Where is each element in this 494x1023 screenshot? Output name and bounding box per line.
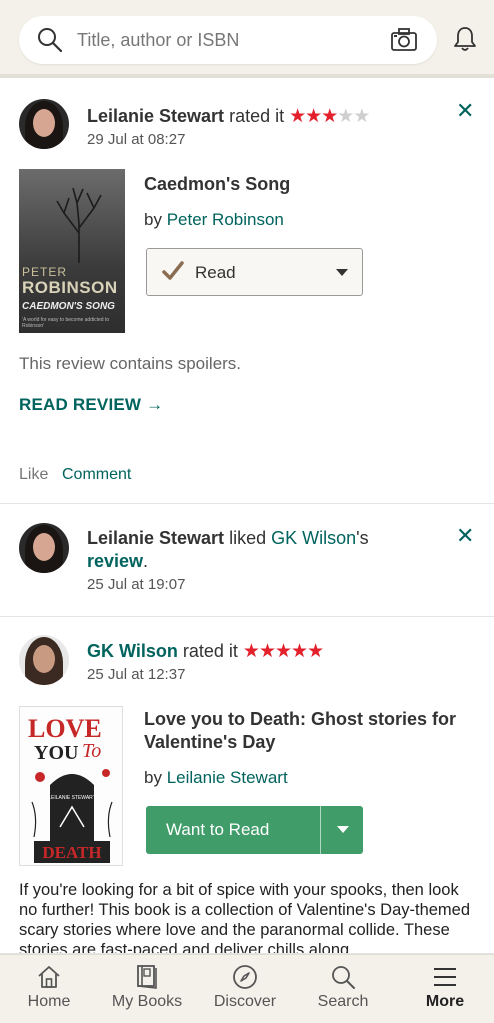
compass-icon xyxy=(232,964,258,995)
user-name-link[interactable]: Leilanie Stewart xyxy=(87,528,224,548)
books-icon xyxy=(134,964,160,995)
home-icon xyxy=(36,964,62,995)
search-icon xyxy=(37,27,63,58)
star-icon: ★ xyxy=(275,641,292,662)
star-icon: ★ xyxy=(307,641,324,662)
svg-text:LOVE: LOVE xyxy=(28,714,102,743)
camera-icon[interactable] xyxy=(391,28,417,57)
book-cover[interactable]: LOVE YOU To LEILANIE STEWART DEATH xyxy=(19,706,123,866)
nav-discover[interactable]: Discover xyxy=(196,955,294,1023)
checkmark-icon xyxy=(161,259,185,288)
feed-item-like: Leilanie Stewart liked GK Wilson's revie… xyxy=(0,505,494,617)
star-icon: ★ xyxy=(242,641,260,662)
dismiss-close-icon[interactable]: ✕ xyxy=(456,98,474,124)
nav-home[interactable]: Home xyxy=(0,955,98,1023)
feed-item-rating: Leilanie Stewart rated it ★★★★★ 29 Jul a… xyxy=(0,82,494,504)
author-link[interactable]: Peter Robinson xyxy=(167,210,284,229)
feed-headline: Leilanie Stewart rated it ★★★★★ xyxy=(87,105,370,128)
spoiler-notice: This review contains spoilers. xyxy=(19,354,242,373)
bottom-navigation: Home My Books Discover Search More xyxy=(0,954,494,1023)
top-bar: Title, author or ISBN xyxy=(0,0,494,78)
star-icon: ★ xyxy=(353,106,370,127)
book-title-link[interactable]: Love you to Death: Ghost stories for Val… xyxy=(144,708,474,754)
search-input[interactable]: Title, author or ISBN xyxy=(19,16,437,64)
author-link[interactable]: Leilanie Stewart xyxy=(167,768,288,787)
avatar[interactable] xyxy=(19,523,69,573)
svg-text:DEATH: DEATH xyxy=(42,843,101,862)
search-icon xyxy=(330,964,356,995)
want-to-read-button[interactable]: Want to Read xyxy=(146,806,363,854)
review-excerpt[interactable]: If you're looking for a bit of spice wit… xyxy=(19,880,475,953)
avatar[interactable] xyxy=(19,99,69,149)
nav-more[interactable]: More xyxy=(396,955,494,1023)
target-user-link[interactable]: GK Wilson xyxy=(271,528,356,548)
avatar[interactable] xyxy=(19,635,69,685)
notifications-bell-icon[interactable] xyxy=(454,26,476,57)
book-author-line: by Peter Robinson xyxy=(144,210,284,229)
book-title-link[interactable]: Caedmon's Song xyxy=(144,173,290,196)
feed-item-rating: GK Wilson rated it ★★★★★ 25 Jul at 12:37… xyxy=(0,618,494,954)
star-icon: ★ xyxy=(337,106,354,127)
shelf-label: Want to Read xyxy=(166,820,270,839)
comment-button[interactable]: Comment xyxy=(62,466,131,484)
book-author-line: by Leilanie Stewart xyxy=(144,768,288,787)
star-icon: ★ xyxy=(321,106,338,127)
dismiss-close-icon[interactable]: ✕ xyxy=(456,523,474,549)
timestamp: 25 Jul at 12:37 xyxy=(87,666,186,683)
user-name-link[interactable]: Leilanie Stewart xyxy=(87,106,224,126)
action-text: rated it xyxy=(229,106,285,126)
star-icon: ★ xyxy=(291,641,308,662)
nav-my-books[interactable]: My Books xyxy=(98,955,196,1023)
feed-headline: Leilanie Stewart liked GK Wilson's revie… xyxy=(87,528,369,571)
nav-search[interactable]: Search xyxy=(294,955,392,1023)
svg-text:LEILANIE STEWART: LEILANIE STEWART xyxy=(48,795,96,801)
shelf-label: Read xyxy=(195,263,236,282)
star-icon: ★ xyxy=(289,106,306,127)
svg-text:YOU: YOU xyxy=(34,742,78,764)
read-review-link[interactable]: READ REVIEW → xyxy=(19,395,163,415)
shelf-status-dropdown[interactable]: Read xyxy=(146,248,363,296)
book-cover[interactable]: PETER ROBINSON CAEDMON'S SONG 'A world f… xyxy=(19,169,125,333)
search-placeholder: Title, author or ISBN xyxy=(77,30,240,50)
star-rating: ★★★★★ xyxy=(289,106,370,127)
review-link[interactable]: review xyxy=(87,551,143,571)
star-rating: ★★★★★ xyxy=(242,641,324,662)
user-name-link[interactable]: GK Wilson xyxy=(87,641,178,661)
timestamp: 29 Jul at 08:27 xyxy=(87,131,186,148)
star-icon: ★ xyxy=(305,106,322,127)
chevron-down-icon xyxy=(336,269,348,276)
svg-text:To: To xyxy=(82,740,101,762)
star-icon: ★ xyxy=(258,641,276,662)
chevron-down-icon[interactable] xyxy=(337,826,349,833)
menu-icon xyxy=(432,964,458,995)
feed-headline: GK Wilson rated it ★★★★★ xyxy=(87,641,324,662)
timestamp: 25 Jul at 19:07 xyxy=(87,576,186,593)
like-button[interactable]: Like xyxy=(19,466,48,484)
